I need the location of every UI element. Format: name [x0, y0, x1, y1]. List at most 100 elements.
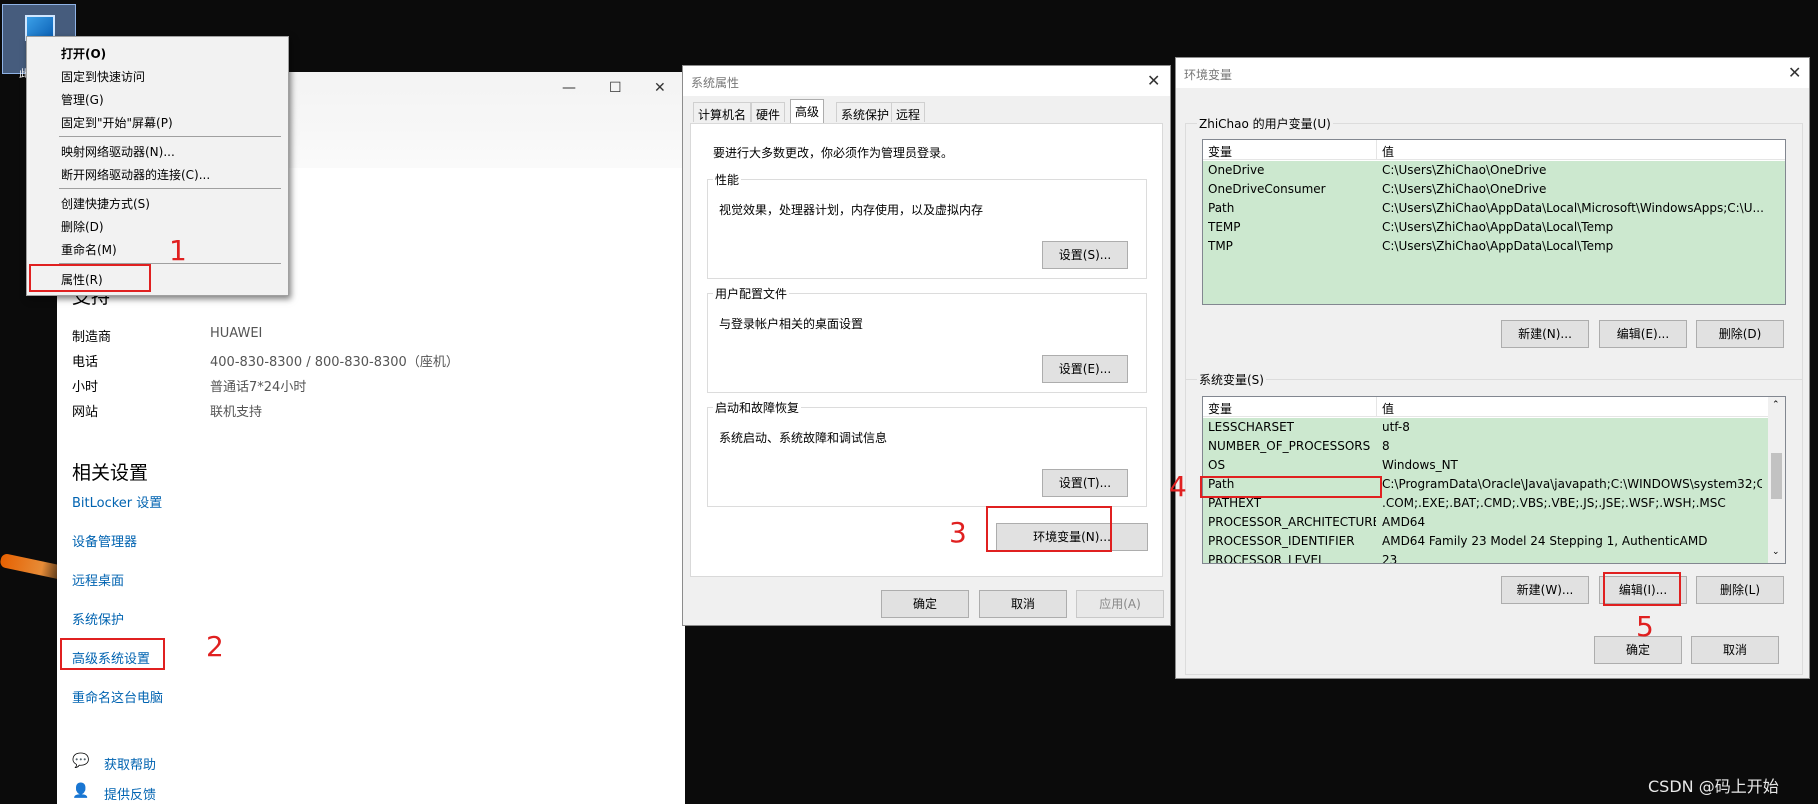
- tab-advanced[interactable]: 高级: [790, 99, 825, 124]
- variable-name: Path: [1208, 201, 1235, 215]
- startup-recovery-settings-button[interactable]: 设置(T)...: [1042, 469, 1128, 497]
- variable-value: C:\Users\ZhiChao\AppData\Local\Temp: [1382, 239, 1614, 253]
- minimize-button[interactable]: —: [562, 80, 576, 96]
- online-support-link[interactable]: 联机支持: [210, 401, 262, 420]
- list-row[interactable]: TEMP C:\Users\ZhiChao\AppData\Local\Temp: [1203, 218, 1785, 237]
- close-icon[interactable]: ✕: [1788, 63, 1801, 82]
- menu-item-disconnect-drive[interactable]: 断开网络驱动器的连接(C)...: [61, 166, 210, 183]
- scroll-up-icon[interactable]: ⌃: [1772, 400, 1780, 410]
- support-key: 电话: [72, 355, 99, 370]
- variable-value: 8: [1382, 439, 1390, 453]
- user-new-button[interactable]: 新建(N)...: [1501, 320, 1589, 348]
- admin-note: 要进行大多数更改，你必须作为管理员登录。: [713, 146, 954, 160]
- variable-name: NUMBER_OF_PROCESSORS: [1208, 439, 1371, 453]
- tab-computer-name[interactable]: 计算机名: [693, 102, 752, 122]
- variable-value: C:\Users\ZhiChao\AppData\Local\Temp: [1382, 220, 1614, 234]
- user-variables-list[interactable]: 变量 值 OneDrive C:\Users\ZhiChao\OneDrive O…: [1202, 139, 1786, 305]
- variable-value: C:\ProgramData\Oracle\Java\javapath;C:\W…: [1382, 477, 1762, 491]
- user-edit-button[interactable]: 编辑(E)...: [1599, 320, 1687, 348]
- highlight-box: [29, 264, 151, 292]
- list-row[interactable]: TMP C:\Users\ZhiChao\AppData\Local\Temp: [1203, 237, 1785, 304]
- variable-value: Windows_NT: [1382, 458, 1458, 472]
- step-number: 2: [206, 630, 224, 663]
- system-list-scrollbar[interactable]: ⌃ ⌄: [1768, 397, 1785, 563]
- list-row[interactable]: Path C:\Users\ZhiChao\AppData\Local\Micro…: [1203, 199, 1785, 218]
- menu-item-map-drive[interactable]: 映射网络驱动器(N)...: [61, 143, 175, 160]
- variable-name: OS: [1208, 458, 1226, 472]
- list-row[interactable]: OneDrive C:\Users\ZhiChao\OneDrive: [1203, 161, 1785, 180]
- variable-name: PATHEXT: [1208, 496, 1262, 510]
- feedback-icon: 👤: [72, 783, 90, 799]
- step-number: 5: [1636, 610, 1654, 643]
- system-variables-label: 系统变量(S): [1197, 371, 1266, 388]
- maximize-button[interactable]: ☐: [609, 80, 622, 96]
- close-button[interactable]: ✕: [654, 80, 666, 96]
- highlight-box: [986, 506, 1112, 552]
- title-bar: [1176, 58, 1809, 88]
- variable-value: C:\Users\ZhiChao\OneDrive: [1382, 182, 1547, 196]
- system-delete-button[interactable]: 删除(L): [1696, 576, 1784, 604]
- variable-name: OneDriveConsumer: [1208, 182, 1326, 196]
- variable-name: OneDrive: [1208, 163, 1265, 177]
- close-icon[interactable]: ✕: [1147, 71, 1160, 90]
- list-header: 变量 值: [1203, 140, 1785, 160]
- tab-system-protection[interactable]: 系统保护: [836, 102, 895, 122]
- system-protection-link[interactable]: 系统保护: [72, 609, 124, 628]
- support-value: 400-830-8300 / 800-830-8300（座机）: [210, 355, 459, 370]
- user-profiles-desc: 与登录帐户相关的桌面设置: [719, 317, 864, 331]
- list-row[interactable]: OneDriveConsumer C:\Users\ZhiChao\OneDriv…: [1203, 180, 1785, 199]
- startup-recovery-desc: 系统启动、系统故障和调试信息: [719, 431, 888, 445]
- startup-recovery-label: 启动和故障恢复: [713, 399, 802, 416]
- related-settings-heading: 相关设置: [72, 462, 149, 484]
- list-header: 变量 值: [1203, 397, 1785, 417]
- menu-item-delete[interactable]: 删除(D): [61, 218, 104, 235]
- system-new-button[interactable]: 新建(W)...: [1501, 576, 1589, 604]
- variable-value: C:\Users\ZhiChao\AppData\Local\Microsoft…: [1382, 201, 1764, 215]
- device-manager-link[interactable]: 设备管理器: [72, 531, 137, 550]
- remote-desktop-link[interactable]: 远程桌面: [72, 570, 124, 589]
- menu-item-pin-quick-access[interactable]: 固定到快速访问: [61, 68, 145, 85]
- tab-hardware[interactable]: 硬件: [751, 102, 786, 122]
- highlight-box: [1200, 476, 1382, 498]
- performance-settings-button[interactable]: 设置(S)...: [1042, 241, 1128, 269]
- get-help-link[interactable]: 获取帮助: [104, 754, 156, 773]
- menu-item-open[interactable]: 打开(O): [61, 45, 106, 62]
- scrollbar-thumb[interactable]: [1771, 453, 1782, 499]
- ok-button[interactable]: 确定: [881, 590, 969, 618]
- support-value: 普通话7*24小时: [210, 380, 307, 395]
- environment-variables-dialog: 环境变量 ✕ ZhiChao 的用户变量(U) 变量 值 OneDrive C:\…: [1175, 57, 1810, 679]
- column-header-value[interactable]: 值: [1382, 143, 1394, 160]
- list-row[interactable]: PROCESSOR_ARCHITECTURE AMD64: [1203, 513, 1785, 532]
- title-bar: [683, 66, 1170, 96]
- column-header-value[interactable]: 值: [1382, 400, 1394, 417]
- apply-button[interactable]: 应用(A): [1076, 590, 1164, 618]
- cancel-button[interactable]: 取消: [979, 590, 1067, 618]
- bitlocker-settings-link[interactable]: BitLocker 设置: [72, 492, 162, 511]
- support-key: 网站: [72, 405, 99, 420]
- dialog-title: 系统属性: [691, 76, 740, 90]
- list-row[interactable]: OS Windows_NT: [1203, 456, 1785, 475]
- cancel-button[interactable]: 取消: [1691, 636, 1779, 664]
- variable-value: utf-8: [1382, 420, 1410, 434]
- list-row[interactable]: PROCESSOR_LEVEL 23: [1203, 551, 1785, 564]
- menu-item-pin-start[interactable]: 固定到"开始"屏幕(P): [61, 114, 173, 131]
- menu-item-manage[interactable]: 管理(G): [61, 91, 104, 108]
- user-delete-button[interactable]: 删除(D): [1696, 320, 1784, 348]
- highlight-box: [1603, 572, 1681, 606]
- menu-item-create-shortcut[interactable]: 创建快捷方式(S): [61, 195, 150, 212]
- csdn-watermark: CSDN @码上开始: [1648, 777, 1779, 796]
- user-profiles-settings-button[interactable]: 设置(E)...: [1042, 355, 1128, 383]
- menu-item-rename[interactable]: 重命名(M): [61, 241, 117, 258]
- column-header-variable[interactable]: 变量: [1208, 400, 1232, 417]
- scroll-down-icon[interactable]: ⌄: [1772, 547, 1780, 557]
- variable-name: PROCESSOR_LEVEL: [1208, 553, 1325, 564]
- tab-remote[interactable]: 远程: [891, 102, 926, 122]
- list-row[interactable]: LESSCHARSET utf-8: [1203, 418, 1785, 437]
- step-number: 1: [169, 234, 187, 267]
- list-row[interactable]: PROCESSOR_IDENTIFIER AMD64 Family 23 Mode…: [1203, 532, 1785, 551]
- list-row[interactable]: NUMBER_OF_PROCESSORS 8: [1203, 437, 1785, 456]
- feedback-link[interactable]: 提供反馈: [104, 784, 156, 803]
- column-header-variable[interactable]: 变量: [1208, 143, 1232, 160]
- rename-pc-link[interactable]: 重命名这台电脑: [72, 687, 163, 706]
- variable-value: C:\Users\ZhiChao\OneDrive: [1382, 163, 1547, 177]
